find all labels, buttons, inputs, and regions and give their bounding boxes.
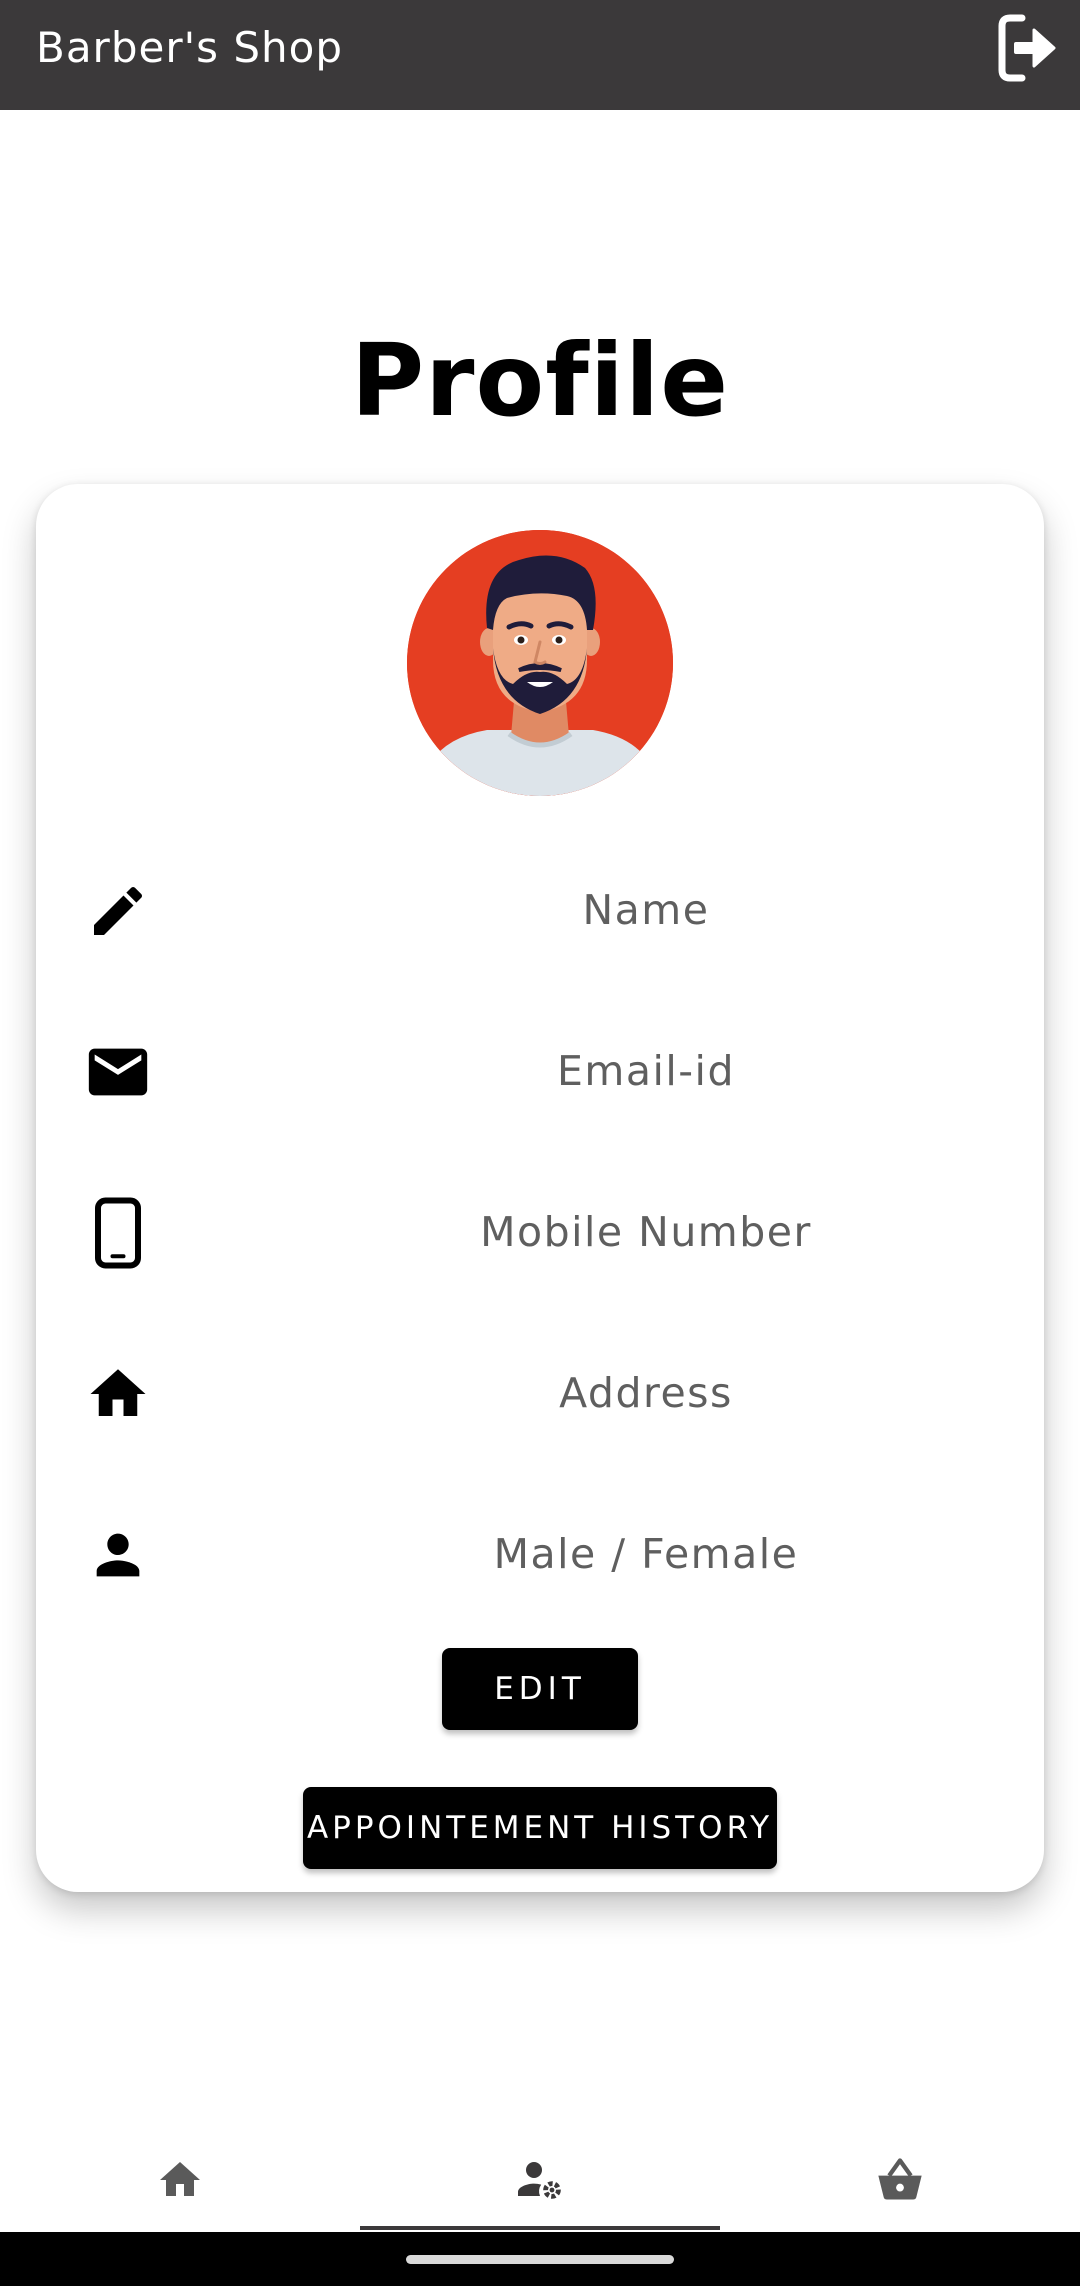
logout-icon[interactable] <box>996 10 1060 86</box>
app-screen: Barber's Shop Profile Name Email-id Mobi… <box>0 0 1080 2286</box>
edit-button[interactable]: EDIT <box>442 1648 638 1730</box>
app-bar: Barber's Shop <box>0 0 1080 110</box>
user-settings-icon <box>518 2162 561 2199</box>
profile-card: Name Email-id Mobile Number Address Male… <box>36 484 1044 1892</box>
system-navigation-bar <box>0 2232 1080 2286</box>
bottom-navigation <box>0 2130 1080 2230</box>
email-field: Email-id <box>557 1047 735 1095</box>
nav-home[interactable] <box>0 2130 360 2230</box>
gesture-handle[interactable] <box>406 2255 674 2264</box>
name-field: Name <box>582 886 710 934</box>
nav-basket[interactable] <box>720 2130 1080 2230</box>
mobile-number-field: Mobile Number <box>480 1208 812 1256</box>
phone-icon <box>82 1197 154 1269</box>
basket-icon <box>878 2158 922 2200</box>
bearded-man-avatar-icon <box>407 530 673 796</box>
page-title: Profile <box>350 322 730 439</box>
person-icon <box>82 1519 154 1591</box>
pencil-icon <box>82 875 154 947</box>
address-field: Address <box>559 1369 733 1417</box>
nav-profile[interactable] <box>360 2130 720 2230</box>
email-icon <box>82 1036 154 1108</box>
home-icon <box>82 1358 154 1430</box>
app-title: Barber's Shop <box>36 23 343 72</box>
home-icon <box>160 2162 200 2196</box>
avatar <box>407 530 673 796</box>
gender-field: Male / Female <box>493 1530 799 1578</box>
appointment-history-button[interactable]: APPOINTEMENT HISTORY <box>303 1787 777 1869</box>
